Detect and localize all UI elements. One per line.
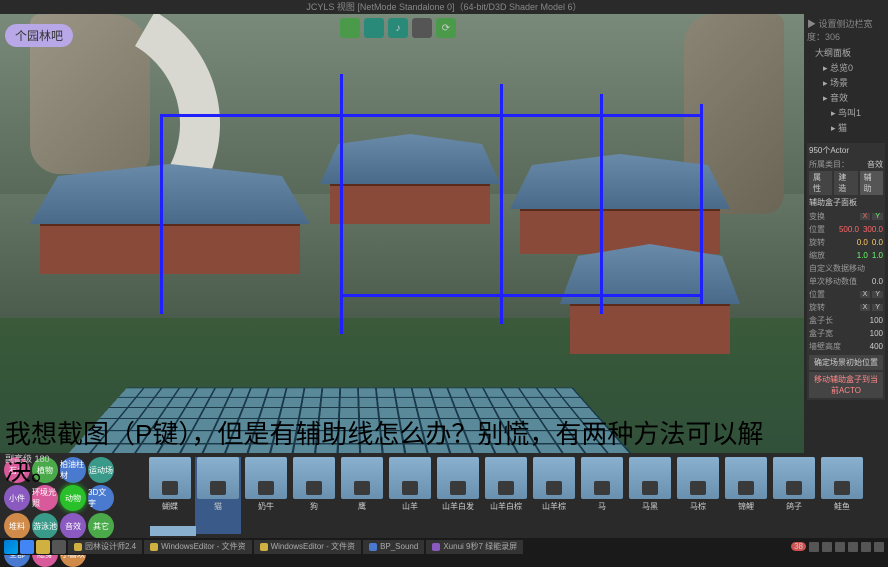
asset-item[interactable]: 鲑鱼 [819,457,865,534]
confirm-initial-position-button[interactable]: 确定场景初始位置 [809,355,883,370]
taskbar-task[interactable]: WindowsEditor - 文件资 [144,540,251,554]
window-titlebar: JCYLS 视图 [NetMode Standalone 0]（64-bit/D… [0,0,888,14]
viewport-3d[interactable]: 个园林吧 ♪ ⟳ 我想截图（P键），但是有辅助线怎么办？别慌，有两种方法可以解决… [0,14,804,538]
tree-item[interactable]: ▸ 鸟叫1 [807,105,885,120]
asset-label: 奶牛 [258,501,274,512]
tree-root[interactable]: 大纲面板 [807,45,885,60]
asset-label: 猫 [214,501,222,512]
asset-label: 蝴蝶 [162,501,178,512]
tool-paint-icon[interactable] [340,18,360,38]
tool-wrench-icon[interactable] [364,18,384,38]
asset-label: 马棕 [690,501,706,512]
category-button[interactable]: 小件 [4,485,30,511]
start-button[interactable] [4,540,18,554]
wall-height-value[interactable]: 400 [870,342,883,351]
asset-overflow-thumb[interactable] [150,526,196,536]
details-tab[interactable]: 辅助 [860,171,883,195]
tool-dash-icon[interactable] [412,18,432,38]
category-button[interactable]: 游泳池 [32,513,58,539]
tool-music-icon[interactable]: ♪ [388,18,408,38]
info-level: 副高级 180 [5,452,50,465]
windows-taskbar: 园林设计师2.4WindowsEditor - 文件资WindowsEditor… [0,538,888,555]
asset-label: 锦鲤 [738,501,754,512]
category-label: 所属类目： [809,159,849,170]
asset-label: 鲑鱼 [834,501,850,512]
asset-label: 马黑 [642,501,658,512]
tray-count: 38 [791,542,806,551]
category-value: 音效 [867,159,883,170]
actor-count: 950个Actor [809,145,883,156]
asset-label: 山羊棕 [542,501,566,512]
asset-label: 马 [598,501,606,512]
box-width-value[interactable]: 100 [870,329,883,338]
taskbar-task[interactable]: 园林设计师2.4 [68,540,142,554]
asset-thumbnail [821,457,863,499]
asset-label: 鹰 [358,501,366,512]
viewport-toolbar: ♪ ⟳ [340,18,456,38]
taskbar-task[interactable]: WindowsEditor - 文件资 [254,540,361,554]
taskbar-task[interactable]: BP_Sound [363,540,424,554]
tree-item[interactable]: ▸ 总览0 [807,60,885,75]
tree-item[interactable]: ▸ 音效 [807,90,885,105]
tree-item[interactable]: ▸ 场景 [807,75,885,90]
category-button[interactable]: 动物 [60,485,86,511]
tree-item[interactable]: ▸ 猫 [807,120,885,135]
single-move-value[interactable]: 0.0 [872,277,883,286]
wall-height-label: 墙壁高度 [809,341,841,352]
asset-label: 鸽子 [786,501,802,512]
details-tab[interactable]: 属性 [809,171,832,195]
asset-label: 狗 [310,501,318,512]
tool-refresh-icon[interactable]: ⟳ [436,18,456,38]
single-move-label: 单次移动数值 [809,276,857,287]
category-button[interactable]: 3D文字 [88,485,114,511]
details-tab[interactable]: 建造 [834,171,857,195]
category-button[interactable]: 环境光照 [32,485,58,511]
asset-label: 山羊白棕 [490,501,522,512]
box-length-label: 盒子长 [809,315,833,326]
asset-label: 山羊 [402,501,418,512]
helper-box-title: 辅助盒子面板 [809,197,883,208]
move-helper-box-button[interactable]: 移动辅助盒子到当前ACTO [809,372,883,398]
taskbar-task[interactable]: Xunui 9秒7 绿能录屏 [426,540,523,554]
custom-move-label: 自定义数据移动 [809,263,865,274]
sidebar-width-label: ▶ 设置侧边栏宽度：306 [807,17,885,43]
app-icon[interactable] [52,540,66,554]
transform-label: 变换 [809,211,825,222]
tutorial-caption: 我想截图（P键），但是有辅助线怎么办？别慌，有两种方法可以解决。 [0,414,804,488]
outliner-tree: 大纲面板 ▸ 总览0▸ 场景▸ 音效▸ 鸟叫1▸ 猫 [807,45,885,135]
system-tray[interactable]: 38 [791,542,884,552]
project-badge: 个园林吧 [5,24,73,47]
chrome-icon[interactable] [20,540,34,554]
category-button[interactable]: 堆料 [4,513,30,539]
box-width-label: 盒子宽 [809,328,833,339]
explorer-icon[interactable] [36,540,50,554]
box-length-value[interactable]: 100 [870,316,883,325]
category-button[interactable]: 音效 [60,513,86,539]
asset-label: 山羊白发 [442,501,474,512]
category-button[interactable]: 其它 [88,513,114,539]
